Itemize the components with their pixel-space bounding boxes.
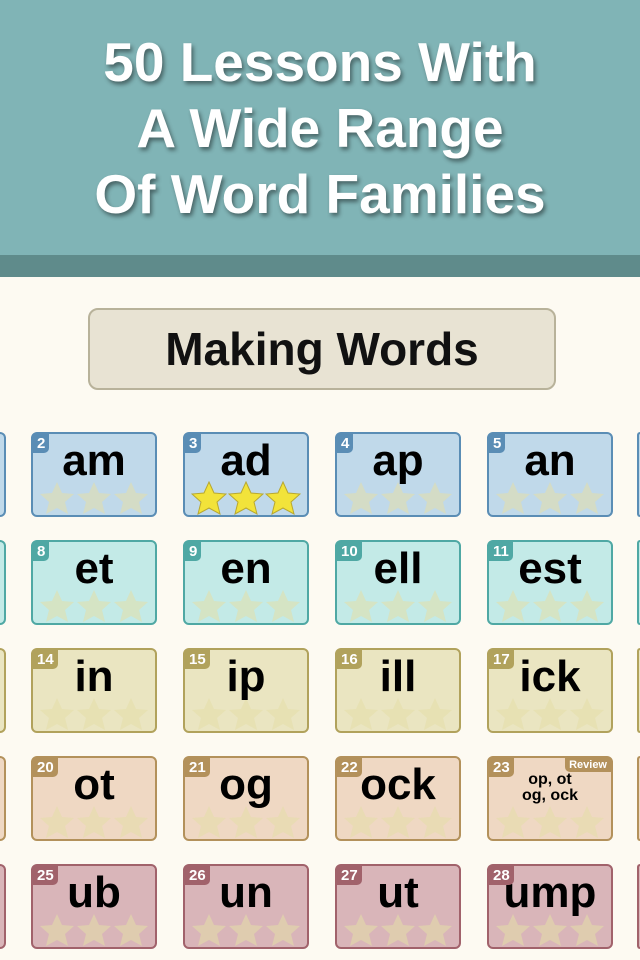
- lesson-card[interactable]: ub 25: [31, 864, 157, 949]
- lesson-card[interactable]: est 11: [487, 540, 613, 625]
- lesson-number: 15: [185, 650, 210, 669]
- lesson-card[interactable]: ock 22: [335, 756, 461, 841]
- lesson-word: ad: [220, 436, 272, 485]
- lesson-card[interactable]: ip 15: [183, 648, 309, 733]
- section-title: Making Words: [88, 308, 556, 390]
- lesson-card[interactable]: am 2: [31, 432, 157, 517]
- lesson-card-partial[interactable]: [0, 432, 6, 517]
- lesson-card[interactable]: ot 20: [31, 756, 157, 841]
- star-rating: [495, 805, 605, 839]
- lesson-word: et: [74, 544, 114, 593]
- star-empty-icon: [496, 806, 530, 838]
- lesson-number: 5: [489, 434, 506, 453]
- lesson-number: 11: [489, 542, 513, 561]
- lesson-card[interactable]: ell 10: [335, 540, 461, 625]
- lesson-card[interactable]: ut 27: [335, 864, 461, 949]
- lesson-card[interactable]: en 9: [183, 540, 309, 625]
- lesson-card[interactable]: ill 16: [335, 648, 461, 733]
- lesson-word: am: [62, 436, 126, 485]
- lesson-number: 22: [337, 758, 362, 777]
- lesson-number: 16: [337, 650, 362, 669]
- lesson-card[interactable]: un 26: [183, 864, 309, 949]
- star-empty-icon: [570, 806, 604, 838]
- lesson-number: 10: [337, 542, 362, 561]
- promo-title: 50 Lessons With A Wide Range Of Word Fam…: [94, 30, 546, 225]
- lesson-card[interactable]: ump 28: [487, 864, 613, 949]
- lesson-card-partial[interactable]: [0, 864, 6, 949]
- lesson-number: 3: [185, 434, 202, 453]
- lesson-number: 27: [337, 866, 362, 885]
- lesson-number: 17: [489, 650, 514, 669]
- lesson-card[interactable]: ad 3: [183, 432, 309, 517]
- lesson-card-partial[interactable]: [0, 540, 6, 625]
- lesson-card[interactable]: in 14: [31, 648, 157, 733]
- review-badge: Review: [565, 758, 611, 772]
- lesson-number: 14: [33, 650, 58, 669]
- header-divider: [0, 255, 640, 277]
- lesson-number: 25: [33, 866, 58, 885]
- lesson-number: 9: [185, 542, 202, 561]
- lesson-word: an: [524, 436, 576, 485]
- lesson-card[interactable]: op, ot og, ock 23 Review: [487, 756, 613, 841]
- lesson-card-partial[interactable]: [0, 756, 6, 841]
- lesson-number: 21: [185, 758, 210, 777]
- lesson-card[interactable]: et 8: [31, 540, 157, 625]
- lesson-number: 2: [33, 434, 50, 453]
- lesson-number: 4: [337, 434, 354, 453]
- lesson-number: 28: [489, 866, 514, 885]
- lesson-number: 26: [185, 866, 210, 885]
- promo-header: 50 Lessons With A Wide Range Of Word Fam…: [0, 0, 640, 255]
- lesson-card[interactable]: an 5: [487, 432, 613, 517]
- lesson-card[interactable]: ick 17: [487, 648, 613, 733]
- lesson-card-partial[interactable]: [0, 648, 6, 733]
- lesson-card[interactable]: ap 4: [335, 432, 461, 517]
- lesson-number: 8: [33, 542, 50, 561]
- lesson-card[interactable]: og 21: [183, 756, 309, 841]
- lesson-word: en: [220, 544, 272, 593]
- star-empty-icon: [533, 806, 567, 838]
- lesson-word: ap: [372, 436, 424, 485]
- lesson-number: 23: [489, 758, 514, 777]
- lesson-number: 20: [33, 758, 58, 777]
